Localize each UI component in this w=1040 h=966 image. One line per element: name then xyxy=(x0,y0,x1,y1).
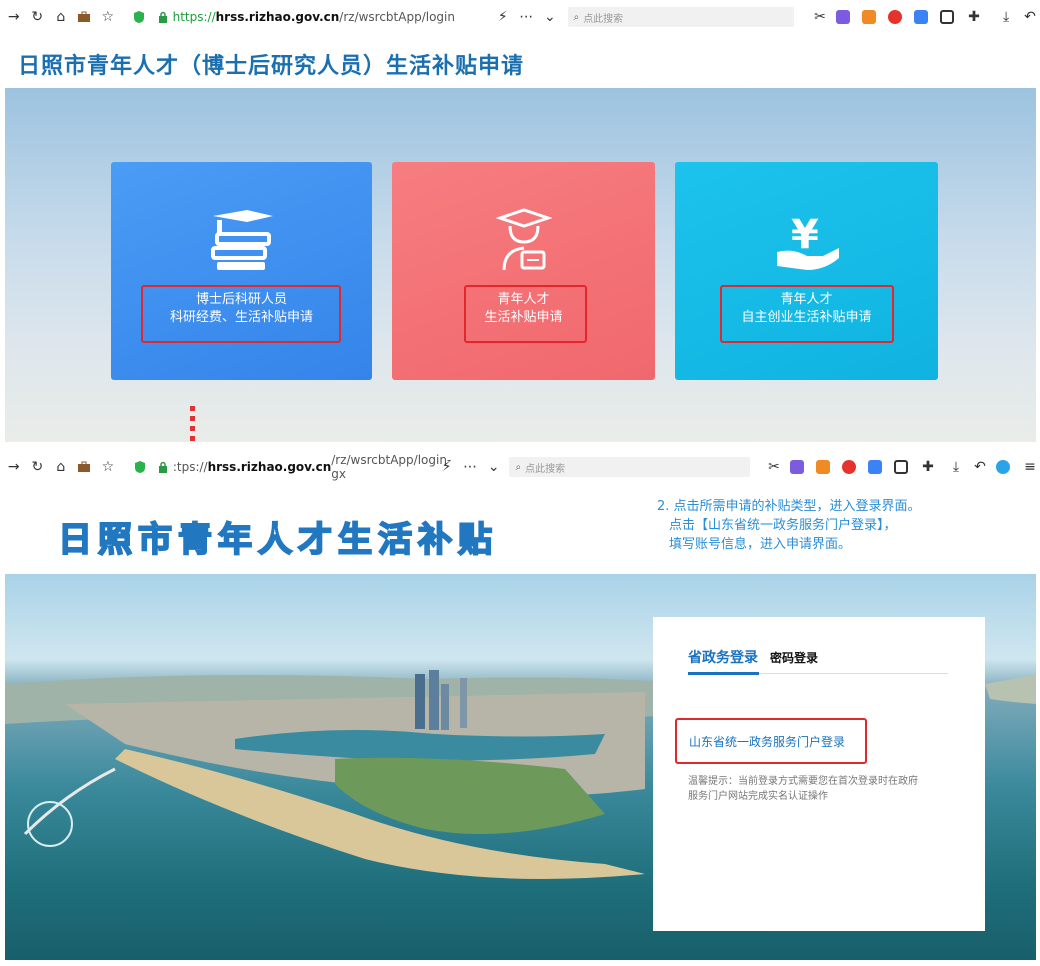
login-tip: 温馨提示：当前登录方式需要您在首次登录时在政府 服务门户网站完成实名认证操作 xyxy=(688,774,918,804)
books-graduation-icon xyxy=(211,210,273,270)
browser-toolbar-bottom: → ↻ ⌂ ☆ :tps://hrss.rizhao.gov.cn/rz/wsr… xyxy=(0,450,1040,484)
tab-gov-login[interactable]: 省政务登录 xyxy=(688,647,758,667)
tab-active-indicator xyxy=(688,672,759,675)
reload-icon[interactable]: ↻ xyxy=(28,7,48,27)
login-tip-line-2: 服务门户网站完成实名认证操作 xyxy=(688,791,828,802)
url-path: /rz/wsrcbtApp/login xyxy=(339,10,455,24)
instruction-line-3: 填写账号信息，进入申请界面。 xyxy=(669,537,852,552)
url-path: /rz/wsrcbtApp/login-gx xyxy=(331,453,452,481)
page-title: 日照市青年人才（博士后研究人员）生活补贴申请 xyxy=(18,54,525,79)
card-postdoc[interactable]: 博士后科研人员 科研经费、生活补贴申请 xyxy=(111,162,372,380)
weibo-icon[interactable] xyxy=(888,10,903,24)
browser-toolbar-top: → ↻ ⌂ ☆ https://hrss.rizhao.gov.cn/rz/ws… xyxy=(0,0,1040,34)
forward-icon[interactable]: → xyxy=(4,457,24,477)
address-bar[interactable]: :tps://hrss.rizhao.gov.cn/rz/wsrcbtApp/l… xyxy=(172,453,451,481)
url-host: hrss.rizhao.gov.cn xyxy=(207,460,332,474)
more-icon[interactable]: ⋯ xyxy=(460,457,480,477)
search-icon: ⌕ xyxy=(573,11,580,23)
search-icon: ⌕ xyxy=(515,461,522,473)
instruction-note: 2. 点击所需申请的补贴类型，进入登录界面。 点击【山东省统一政务服务门户登录】… xyxy=(657,497,921,554)
lightning-icon[interactable]: ⚡ xyxy=(493,7,513,27)
chimney-tower xyxy=(190,406,195,442)
briefcase-icon[interactable] xyxy=(75,7,95,27)
briefcase-icon[interactable] xyxy=(75,457,95,477)
window-icon[interactable] xyxy=(894,460,909,474)
home-icon[interactable]: ⌂ xyxy=(51,457,71,477)
window-icon[interactable] xyxy=(940,10,955,24)
edge-icon[interactable] xyxy=(996,460,1011,474)
shield-icon[interactable] xyxy=(130,7,150,27)
tab-password-login[interactable]: 密码登录 xyxy=(770,649,818,666)
home-icon[interactable]: ⌂ xyxy=(51,7,71,27)
card-youth-talent[interactable]: 青年人才 生活补贴申请 xyxy=(392,162,655,380)
translate-ext-icon[interactable] xyxy=(836,10,851,24)
forward-icon[interactable]: → xyxy=(4,7,24,27)
search-placeholder: 点此搜索 xyxy=(525,463,566,475)
menu-icon[interactable]: ≡ xyxy=(1020,457,1040,477)
favorites-icon[interactable]: ☆ xyxy=(98,457,118,477)
reload-icon[interactable]: ↻ xyxy=(28,457,48,477)
search-placeholder: 点此搜索 xyxy=(583,13,624,25)
chevron-down-icon[interactable]: ⌄ xyxy=(484,457,504,477)
portal-login-link[interactable]: 山东省统一政务服务门户登录 xyxy=(689,733,845,750)
download-icon[interactable]: ⤓ xyxy=(996,7,1016,27)
lightning-icon[interactable]: ⚡ xyxy=(437,457,457,477)
more-icon[interactable]: ⋯ xyxy=(517,7,537,27)
highlight-box xyxy=(141,285,341,343)
game-ext-icon[interactable] xyxy=(816,460,831,474)
mail-icon[interactable] xyxy=(868,460,883,474)
scissors-icon[interactable]: ✂ xyxy=(810,7,830,27)
translate-ext-icon[interactable] xyxy=(790,460,805,474)
undo-icon[interactable]: ↶ xyxy=(970,457,990,477)
lock-icon xyxy=(153,457,173,477)
game-ext-icon[interactable] xyxy=(862,10,877,24)
svg-text:¥: ¥ xyxy=(791,212,819,258)
url-host: hrss.rizhao.gov.cn xyxy=(215,10,340,24)
login-tip-line-1: 温馨提示：当前登录方式需要您在首次登录时在政府 xyxy=(688,776,918,787)
instruction-line-1: 2. 点击所需申请的补贴类型，进入登录界面。 xyxy=(657,499,921,514)
card-entrepreneur[interactable]: ¥ 青年人才 自主创业生活补贴申请 xyxy=(675,162,938,380)
scissors-icon[interactable]: ✂ xyxy=(764,457,784,477)
instruction-line-2: 点击【山东省统一政务服务门户登录】， xyxy=(669,518,897,533)
favorites-icon[interactable]: ☆ xyxy=(98,7,118,27)
undo-icon[interactable]: ↶ xyxy=(1020,7,1040,27)
search-input[interactable]: ⌕ 点此搜索 xyxy=(509,457,751,477)
yen-hand-icon: ¥ xyxy=(777,212,839,270)
graduate-icon xyxy=(496,208,552,271)
login-panel: 省政务登录 密码登录 山东省统一政务服务门户登录 温馨提示：当前登录方式需要您在… xyxy=(653,617,985,931)
url-scheme: :tps:// xyxy=(172,460,208,474)
mail-icon[interactable] xyxy=(914,10,929,24)
page-title-outline: 日照市青年人才生活补贴 xyxy=(57,519,498,561)
chevron-down-icon[interactable]: ⌄ xyxy=(540,7,560,27)
address-bar[interactable]: https://hrss.rizhao.gov.cn/rz/wsrcbtApp/… xyxy=(173,7,475,27)
lock-icon xyxy=(153,7,173,27)
highlight-box xyxy=(720,285,894,343)
shield-icon[interactable] xyxy=(130,457,150,477)
search-input[interactable]: ⌕ 点此搜索 xyxy=(567,7,795,27)
download-icon[interactable]: ⤓ xyxy=(946,457,966,477)
weibo-icon[interactable] xyxy=(842,460,857,474)
puzzle-icon[interactable]: ✚ xyxy=(918,457,938,477)
puzzle-icon[interactable]: ✚ xyxy=(964,7,984,27)
highlight-box xyxy=(464,285,587,343)
hero-banner: 博士后科研人员 科研经费、生活补贴申请 青年人才 生活补贴申请 ¥ 青年人才 自… xyxy=(5,88,1036,442)
url-scheme: https:// xyxy=(172,10,216,24)
